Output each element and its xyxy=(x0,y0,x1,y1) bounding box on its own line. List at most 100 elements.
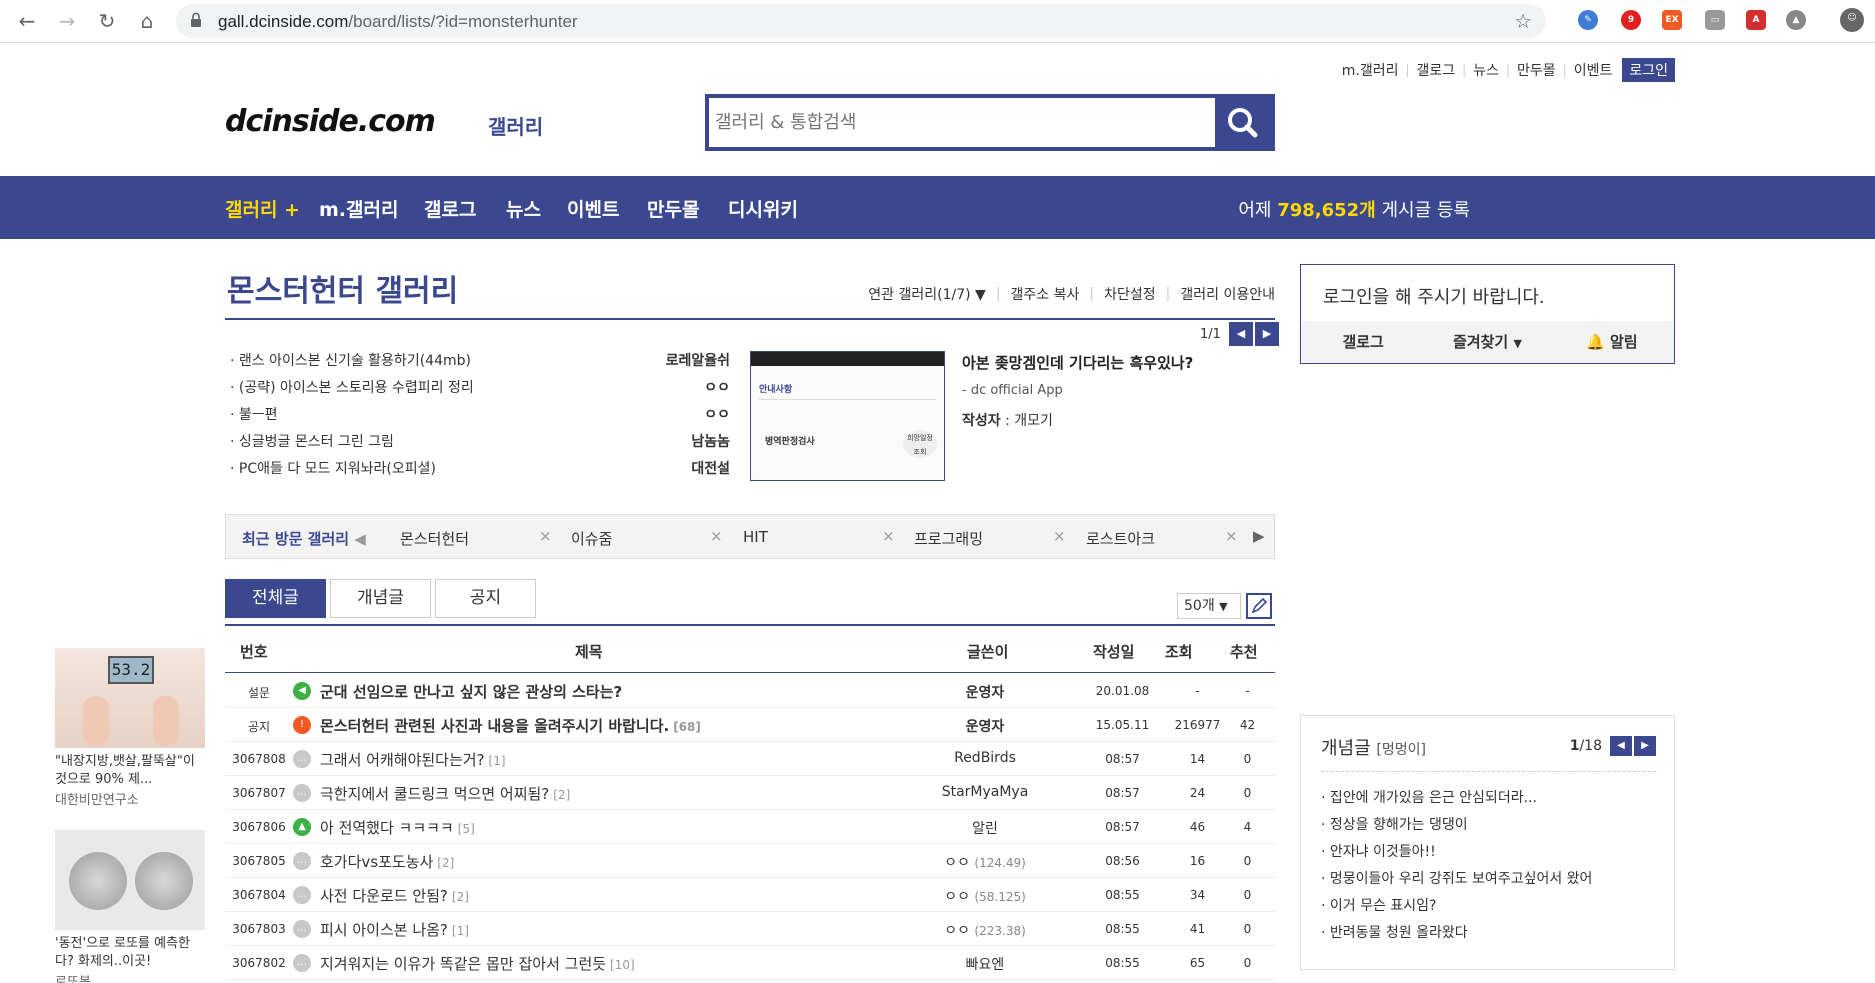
nav-mall[interactable]: 만두몰 xyxy=(647,195,699,222)
toplink-news[interactable]: 뉴스 xyxy=(1473,60,1499,80)
prev-arrow-icon[interactable]: ◀ xyxy=(1228,322,1253,346)
table-row[interactable]: 공지! 몬스터헌터 관련된 사진과 내용을 올려주시기 바랍니다. [68] 운영자 … xyxy=(225,708,1275,742)
scroll-right-icon[interactable]: ▶ xyxy=(1253,527,1265,545)
ad-banner[interactable]: '동전'으로 로또를 예측한다? 화제의..이곳! 로또복 xyxy=(55,830,205,983)
login-button[interactable]: 로그인 xyxy=(1622,58,1675,82)
tab-concept[interactable]: 개념글 xyxy=(330,579,431,618)
table-row[interactable]: 3067805 … 호가다vs포도농사 [2] ㅇㅇ (124.49) 08:56 16 0 xyxy=(225,844,1275,878)
ad-banner[interactable]: 53.2 "내장지방,뱃살,팔뚝살"이것으로 90% 제... 대한비만연구소 xyxy=(55,648,205,808)
toplink-gallog[interactable]: 갤로그 xyxy=(1417,60,1456,80)
concept-item[interactable]: · 집안에 개가있음 은근 안심되더라... xyxy=(1321,787,1592,814)
reply-count[interactable]: [1] xyxy=(452,924,469,938)
close-icon[interactable]: × xyxy=(539,527,552,545)
next-arrow-icon[interactable]: ▶ xyxy=(1254,322,1279,346)
recent-gallery-item[interactable]: 로스트아크 xyxy=(1086,528,1155,549)
pdf-extension-icon[interactable]: A xyxy=(1746,10,1766,30)
recent-gallery-item[interactable]: 프로그래밍 xyxy=(914,528,983,549)
table-row[interactable]: 3067808 … 그래서 어캐해야된다는거? [1] RedBirds 08:57 14… xyxy=(225,742,1275,776)
post-writer[interactable]: ㅇㅇ (223.38) xyxy=(895,920,1075,940)
nav-event[interactable]: 이벤트 xyxy=(567,195,619,222)
recent-gallery-item[interactable]: 이슈줌 xyxy=(571,528,612,549)
post-writer[interactable]: 운영자 xyxy=(895,682,1075,702)
post-title[interactable]: 호가다vs포도농사 [2] xyxy=(320,851,454,872)
table-row[interactable]: 3067802… 지겨워지는 이유가 똑같은 몹만 잡아서 그런듯 [10] 빠요엔 … xyxy=(225,946,1275,980)
address-bar[interactable]: gall.dcinside.com/board/lists/?id=monste… xyxy=(176,4,1546,38)
gallery-title[interactable]: 몬스터헌터 갤러리 xyxy=(227,266,458,310)
toplink-mall[interactable]: 만두몰 xyxy=(1517,60,1556,80)
issue-item[interactable]: · 랜스 아이스본 신기술 활용하기(44mb) 로레알율쉬 xyxy=(230,350,730,377)
issue-item[interactable]: · 싱글벙글 몬스터 그린 그림 남놈놈 xyxy=(230,431,730,458)
post-title[interactable]: 피시 아이스본 나옴? [1] xyxy=(320,919,469,940)
issue-feature[interactable]: 아본 좆망겜인데 기다리는 흑우있나? - dc official App 작성… xyxy=(962,352,1193,430)
table-row[interactable]: 설문 ◀ 군대 선임으로 만나고 싶지 않은 관상의 스타는? 운영자 20.01.0… xyxy=(225,674,1275,708)
close-icon[interactable]: × xyxy=(710,527,723,545)
ex-extension-icon[interactable]: EX xyxy=(1662,10,1682,30)
post-writer[interactable]: StarMyaMya xyxy=(895,784,1075,800)
ad-image[interactable] xyxy=(55,830,205,930)
post-title[interactable]: 몬스터헌터 관련된 사진과 내용을 올려주시기 바랍니다. [68] xyxy=(320,715,701,736)
back-icon[interactable]: ← xyxy=(14,8,40,34)
concept-item[interactable]: · 정상을 향해가는 댕댕이 xyxy=(1321,814,1592,841)
nav-gallog[interactable]: 갤로그 xyxy=(424,195,476,222)
post-title[interactable]: 군대 선임으로 만나고 싶지 않은 관상의 스타는? xyxy=(320,681,626,702)
reply-count[interactable]: [2] xyxy=(553,788,570,802)
nav-news[interactable]: 뉴스 xyxy=(506,195,541,222)
block-settings-link[interactable]: 차단설정 xyxy=(1104,284,1156,304)
screen-extension-icon[interactable]: ▭ xyxy=(1705,10,1725,30)
home-icon[interactable]: ⌂ xyxy=(134,8,160,34)
ad-image[interactable]: 53.2 xyxy=(55,648,205,748)
search-input[interactable] xyxy=(715,104,1215,140)
recent-gallery-item[interactable]: 몬스터헌터 xyxy=(400,528,469,549)
related-galleries-link[interactable]: 연관 갤러리(1/7) ▼ xyxy=(868,284,986,304)
table-row[interactable]: 3067807 … 극한지에서 쿨드링크 먹으면 어찌됨? [2] StarMyaMya… xyxy=(225,776,1275,810)
bookmark-star-icon[interactable]: ☆ xyxy=(1514,9,1532,33)
logo-gallery-label[interactable]: 갤러리 xyxy=(488,111,543,140)
issue-item[interactable]: · 불ㅡ편 ㅇㅇ xyxy=(230,404,730,431)
concept-item[interactable]: · 멍뭉이들아 우리 강쥐도 보여주고싶어서 왔어 xyxy=(1321,868,1592,895)
reply-count[interactable]: [1] xyxy=(489,754,506,768)
reply-count[interactable]: [2] xyxy=(452,890,469,904)
concept-item[interactable]: · 이거 무슨 표시임? xyxy=(1321,895,1592,922)
prev-arrow-icon[interactable]: ◀ xyxy=(1610,736,1632,756)
post-writer[interactable]: 운영자 xyxy=(895,716,1075,736)
issue-thumbnail[interactable]: 안내사항 병역판정검사 희망일정 조회 xyxy=(750,351,945,481)
profile-avatar[interactable]: ☺ xyxy=(1840,8,1864,32)
concept-item[interactable]: · 반려동물 청원 올라왔다 xyxy=(1321,922,1592,949)
copy-address-link[interactable]: 갤주소 복사 xyxy=(1011,284,1080,304)
gallery-guide-link[interactable]: 갤러리 이용안내 xyxy=(1180,284,1275,304)
post-writer[interactable]: 알린 xyxy=(895,818,1075,838)
recent-gallery-item[interactable]: HIT xyxy=(743,528,768,546)
post-title[interactable]: 극한지에서 쿨드링크 먹으면 어찌됨? [2] xyxy=(320,783,570,804)
scroll-left-icon[interactable]: ◀ xyxy=(354,530,366,548)
issue-item[interactable]: · (공략) 아이스본 스토리용 수렵피리 정리 ㅇㅇ xyxy=(230,377,730,404)
post-title[interactable]: 그래서 어캐해야된다는거? [1] xyxy=(320,749,506,770)
ad-caption[interactable]: '동전'으로 로또를 예측한다? 화제의..이곳! xyxy=(55,935,205,971)
close-icon[interactable]: × xyxy=(882,527,895,545)
nav-mgallery[interactable]: m.갤러리 xyxy=(319,195,398,222)
nav-gallery[interactable]: 갤러리 + xyxy=(225,195,300,222)
next-arrow-icon[interactable]: ▶ xyxy=(1634,736,1656,756)
post-title[interactable]: 사전 다운로드 안됨? [2] xyxy=(320,885,469,906)
post-title[interactable]: 아 전역했다 ㅋㅋㅋㅋ [5] xyxy=(320,817,475,838)
write-button[interactable] xyxy=(1246,593,1272,619)
reply-count[interactable]: [5] xyxy=(458,822,475,836)
forward-icon[interactable]: → xyxy=(54,8,80,34)
post-writer[interactable]: ㅇㅇ (124.49) xyxy=(895,852,1075,872)
issue-item[interactable]: · PC애들 다 모드 지워놔라(오피셜) 대전설 xyxy=(230,458,730,485)
notifications-button[interactable]: 🔔 알림 xyxy=(1550,321,1674,363)
login-message[interactable]: 로그인을 해 주시기 바랍니다. xyxy=(1323,283,1545,309)
issue-feature-title[interactable]: 아본 좆망겜인데 기다리는 흑우있나? xyxy=(962,352,1193,373)
tab-notice[interactable]: 공지 xyxy=(435,579,536,618)
reply-count[interactable]: [2] xyxy=(437,856,454,870)
reply-count[interactable]: [68] xyxy=(673,720,701,734)
drive-extension-icon[interactable]: ▲ xyxy=(1786,10,1806,30)
search-button[interactable] xyxy=(1215,98,1271,147)
table-row[interactable]: 3067804 … 사전 다운로드 안됨? [2] ㅇㅇ (58.125) 08:55 34… xyxy=(225,878,1275,912)
post-writer[interactable]: RedBirds xyxy=(895,750,1075,766)
per-page-select[interactable]: 50개 ▼ xyxy=(1177,593,1241,619)
toplink-event[interactable]: 이벤트 xyxy=(1574,60,1613,80)
post-title[interactable]: 지겨워지는 이유가 똑같은 몹만 잡아서 그런듯 [10] xyxy=(320,953,635,974)
tab-all[interactable]: 전체글 xyxy=(225,579,326,618)
concept-item[interactable]: · 안자냐 이것들아!! xyxy=(1321,841,1592,868)
post-writer[interactable]: 빠요엔 xyxy=(895,954,1075,974)
